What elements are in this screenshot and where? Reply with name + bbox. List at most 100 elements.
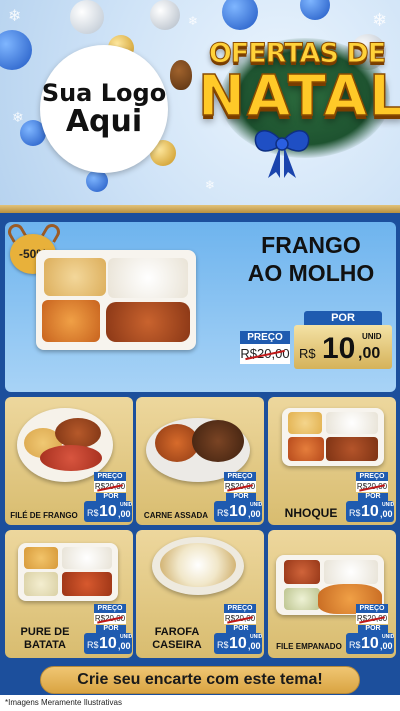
old-price: R$20,00 bbox=[224, 613, 256, 624]
snowflake-icon: ❄ bbox=[205, 178, 216, 192]
currency-symbol: R$ bbox=[349, 640, 361, 650]
food-portion bbox=[62, 572, 112, 596]
price-cents: ,00 bbox=[248, 641, 261, 651]
currency-symbol: R$ bbox=[87, 508, 99, 518]
food-portion bbox=[24, 547, 58, 569]
price-integer: 10 bbox=[229, 635, 247, 652]
price-integer: 10 bbox=[322, 332, 356, 365]
price-unit: UNID bbox=[382, 502, 395, 508]
old-price: R$20,00 bbox=[94, 613, 126, 624]
ornament-icon bbox=[86, 170, 108, 192]
snowflake-icon: ❄ bbox=[8, 6, 22, 25]
footnote: *Imagens Meramente Ilustrativas bbox=[0, 695, 400, 711]
price-cents: ,00 bbox=[358, 345, 381, 362]
new-price-label: POR bbox=[96, 493, 126, 501]
price-unit: UNID bbox=[382, 634, 395, 640]
price-integer: 10 bbox=[361, 635, 379, 652]
logo-placeholder[interactable]: Sua Logo Aqui bbox=[40, 45, 168, 173]
food-portion bbox=[326, 412, 378, 434]
card-title: FILÉ DE FRANGO bbox=[10, 511, 78, 520]
christmas-header: ❄ ❄ ❄ ❄ ❄ Sua Logo Aqui OFERTAS DE NATAL bbox=[0, 0, 400, 205]
ribbon-bow-icon bbox=[254, 130, 310, 178]
new-price-label: POR bbox=[358, 493, 388, 501]
featured-title-line2: AO MOLHO bbox=[247, 259, 375, 286]
food-portion bbox=[160, 543, 236, 587]
old-price-label: PREÇO bbox=[240, 331, 290, 344]
price-integer: 10 bbox=[361, 503, 379, 520]
price-unit: UNID bbox=[120, 502, 133, 508]
food-portion bbox=[40, 445, 102, 471]
price-cents: ,00 bbox=[380, 641, 393, 651]
food-portion bbox=[44, 258, 106, 296]
currency-symbol: R$ bbox=[87, 640, 99, 650]
new-price-box: R$ 10 ,00 UNID bbox=[346, 501, 394, 522]
currency-symbol: R$ bbox=[349, 508, 361, 518]
snowflake-icon: ❄ bbox=[12, 110, 24, 126]
old-price-label: PREÇO bbox=[224, 604, 256, 613]
ornament-icon bbox=[222, 0, 258, 30]
price-unit: UNID bbox=[362, 332, 382, 341]
card-title: NHOQUE bbox=[284, 506, 338, 520]
food-portion bbox=[288, 437, 324, 461]
price-integer: 10 bbox=[229, 503, 247, 520]
price-unit: UNID bbox=[120, 634, 133, 640]
new-price-label: POR bbox=[96, 625, 126, 633]
price-cents: ,00 bbox=[118, 641, 131, 651]
ornament-icon bbox=[70, 0, 104, 34]
old-price-label: PREÇO bbox=[356, 472, 388, 481]
new-price-box: R$ 10 ,00 UNID bbox=[294, 325, 392, 369]
old-price: R$20,00 bbox=[224, 481, 256, 492]
old-price-label: PREÇO bbox=[356, 604, 388, 613]
food-portion bbox=[24, 572, 58, 596]
logo-text-line1: Sua Logo bbox=[41, 78, 167, 107]
old-price: R$20,00 bbox=[240, 344, 290, 364]
new-price-box: R$ 10 ,00 UNID bbox=[84, 633, 132, 654]
featured-title-line1: FRANGO bbox=[261, 232, 361, 258]
card-title-line2: BATATA bbox=[24, 638, 66, 651]
food-portion bbox=[106, 302, 190, 342]
food-portion bbox=[324, 560, 378, 584]
food-portion bbox=[284, 588, 320, 610]
snowflake-icon: ❄ bbox=[372, 10, 388, 31]
food-portion bbox=[55, 418, 101, 448]
currency-symbol: R$ bbox=[299, 346, 316, 361]
create-flyer-button[interactable]: Crie seu encarte com este tema! bbox=[40, 666, 360, 694]
food-portion bbox=[288, 412, 322, 434]
card-title-line1: FAROFA bbox=[154, 626, 200, 638]
food-portion bbox=[326, 437, 378, 461]
price-unit: UNID bbox=[250, 634, 263, 640]
old-price: R$20,00 bbox=[356, 613, 388, 624]
currency-symbol: R$ bbox=[217, 640, 229, 650]
price-cents: ,00 bbox=[118, 509, 131, 519]
ornament-icon bbox=[0, 30, 32, 70]
ornament-icon bbox=[150, 0, 180, 30]
food-portion bbox=[62, 547, 112, 569]
new-price-box: R$ 10 ,00 UNID bbox=[214, 501, 262, 522]
card-title-line2: CASEIRA bbox=[152, 638, 202, 651]
header-divider bbox=[0, 205, 400, 213]
logo-text-line2: Aqui bbox=[65, 103, 143, 139]
old-price: R$20,00 bbox=[356, 481, 388, 492]
new-price-label: POR bbox=[226, 493, 256, 501]
snowflake-icon: ❄ bbox=[188, 14, 199, 28]
new-price-box: R$ 10 ,00 UNID bbox=[84, 501, 132, 522]
currency-symbol: R$ bbox=[217, 508, 229, 518]
card-title: FAROFA CASEIRA bbox=[142, 626, 212, 651]
new-price-label: POR bbox=[226, 625, 256, 633]
new-price-label: POR bbox=[304, 311, 382, 325]
pinecone-icon bbox=[170, 60, 192, 90]
card-title-line1: PURE DE bbox=[20, 626, 70, 638]
card-title: FILE EMPANADO bbox=[276, 642, 342, 651]
card-title: PURE DE BATATA bbox=[10, 626, 80, 651]
card-title: CARNE ASSADA bbox=[143, 511, 209, 520]
old-price-label: PREÇO bbox=[94, 472, 126, 481]
price-cents: ,00 bbox=[380, 509, 393, 519]
food-portion bbox=[284, 560, 320, 584]
food-portion bbox=[192, 420, 244, 462]
old-price: R$20,00 bbox=[94, 481, 126, 492]
featured-title: FRANGO AO MOLHO bbox=[230, 232, 392, 287]
price-integer: 10 bbox=[99, 635, 117, 652]
old-price-label: PREÇO bbox=[224, 472, 256, 481]
new-price-box: R$ 10 ,00 UNID bbox=[214, 633, 262, 654]
price-integer: 10 bbox=[99, 503, 117, 520]
